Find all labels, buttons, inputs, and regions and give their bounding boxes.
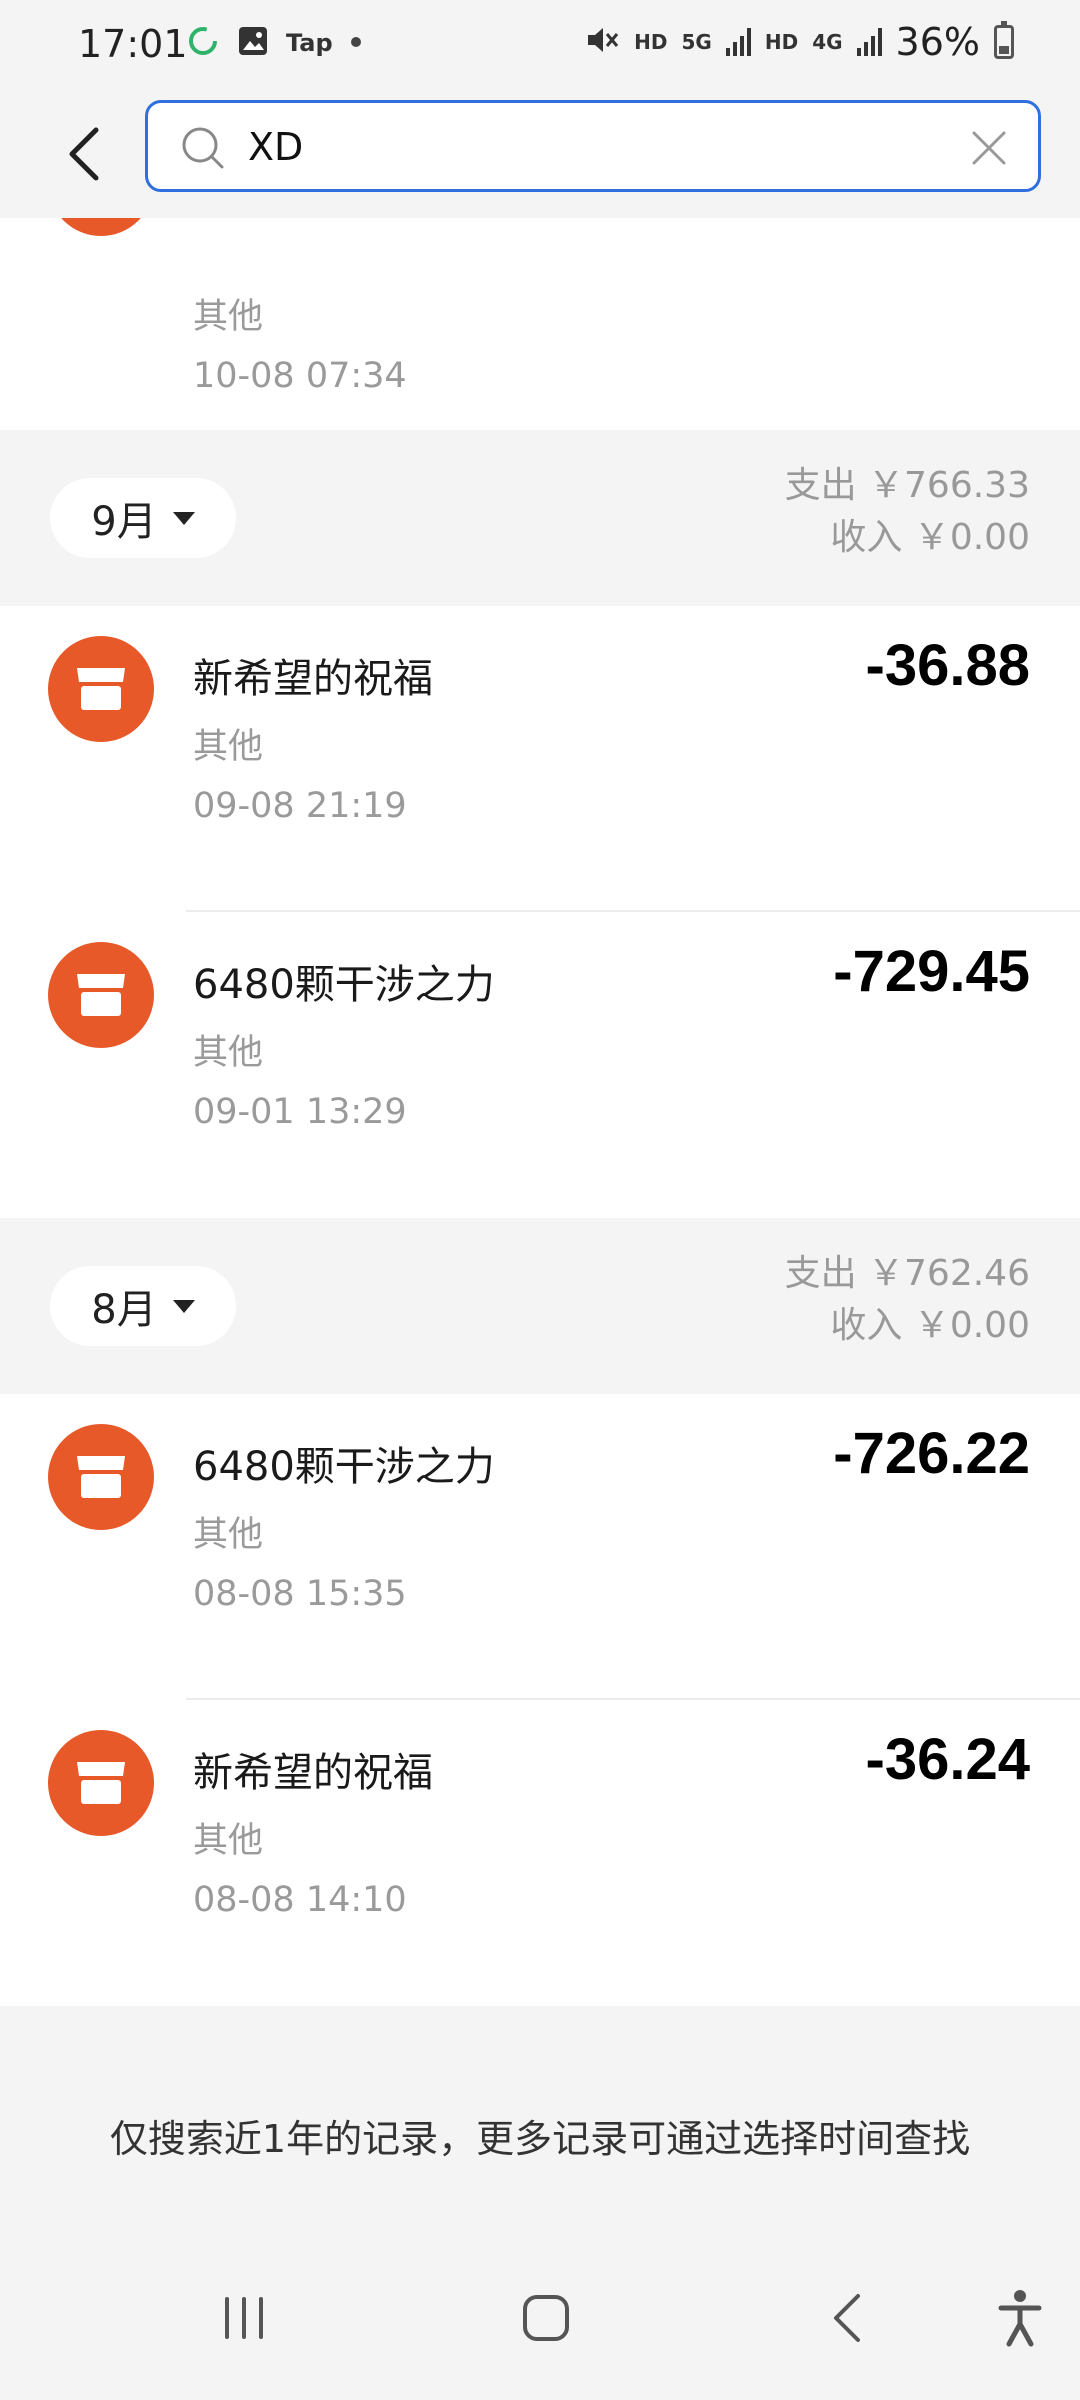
tx-time: 10-08 07:34 bbox=[193, 356, 407, 396]
clear-search-icon[interactable] bbox=[970, 129, 1008, 171]
signal-icon-2 bbox=[856, 28, 882, 56]
signal-icon-1 bbox=[725, 28, 751, 56]
month-card-august: 6480颗干涉之力 其他 08-08 15:35 -726.22 新希望的祝福 … bbox=[0, 1394, 1080, 2006]
battery-icon bbox=[994, 21, 1014, 59]
screen: 17:01 Tap HD 5G HD 4G 36% XD 其他 10-08 07… bbox=[0, 0, 1080, 2400]
month-selector[interactable]: 8月 bbox=[50, 1266, 236, 1346]
month-label: 9月 bbox=[91, 499, 157, 545]
status-notification-icons: Tap bbox=[186, 24, 363, 62]
back-nav-button[interactable] bbox=[808, 2278, 888, 2358]
hd-label-1: HD bbox=[634, 30, 668, 54]
tx-amount: -36.24 bbox=[865, 1727, 1030, 1792]
tx-title: 新希望的祝福 bbox=[193, 1750, 433, 1796]
month-expense: 支出 ￥762.46 bbox=[784, 1253, 1030, 1294]
list-item[interactable]: 新希望的祝福 其他 09-08 21:19 -36.88 bbox=[0, 606, 1080, 912]
tap-app-label: Tap bbox=[286, 29, 333, 57]
back-arrow-icon bbox=[834, 2294, 860, 2342]
month-income: 收入 ￥0.00 bbox=[830, 1305, 1030, 1346]
caret-down-icon bbox=[172, 1299, 195, 1313]
store-icon bbox=[48, 218, 154, 236]
hd-label-2: HD bbox=[764, 30, 799, 54]
search-scope-note: 仅搜索近1年的记录，更多记录可通过选择时间查找 bbox=[109, 2117, 971, 2161]
month-selector[interactable]: 9月 bbox=[50, 478, 236, 558]
tx-category: 其他 bbox=[193, 297, 264, 337]
search-header: XD bbox=[0, 92, 1080, 218]
accessibility-icon bbox=[998, 2290, 1042, 2347]
search-query: XD bbox=[248, 125, 304, 169]
tx-category: 其他 bbox=[193, 1821, 264, 1861]
chevron-left-icon bbox=[69, 127, 99, 181]
system-nav-bar bbox=[0, 2228, 1080, 2400]
network-5g-label: 5G bbox=[681, 30, 712, 54]
tx-title: 6480颗干涉之力 bbox=[193, 962, 495, 1008]
store-icon bbox=[48, 1730, 154, 1836]
list-item[interactable]: 6480颗干涉之力 其他 09-01 13:29 -729.45 bbox=[0, 912, 1080, 1218]
back-button[interactable] bbox=[44, 114, 124, 194]
dot-icon bbox=[349, 34, 363, 53]
gallery-icon bbox=[236, 24, 270, 62]
tx-time: 09-01 13:29 bbox=[193, 1092, 407, 1132]
month-totals: 支出 ￥766.33 收入 ￥0.00 bbox=[785, 460, 1030, 564]
tx-title: 6480颗干涉之力 bbox=[193, 1444, 495, 1490]
month-header-september: 9月 支出 ￥766.33 收入 ￥0.00 bbox=[0, 430, 1080, 606]
partial-list-item[interactable]: 其他 10-08 07:34 bbox=[0, 218, 1080, 430]
month-card-september: 新希望的祝福 其他 09-08 21:19 -36.88 6480颗干涉之力 其… bbox=[0, 606, 1080, 1218]
tx-category: 其他 bbox=[193, 727, 264, 767]
month-income: 收入 ￥0.00 bbox=[830, 517, 1030, 558]
accessibility-button[interactable] bbox=[980, 2278, 1060, 2358]
store-icon bbox=[48, 942, 154, 1048]
caret-down-icon bbox=[172, 511, 195, 525]
status-bar: 17:01 Tap HD 5G HD 4G 36% bbox=[0, 0, 1080, 92]
status-system-icons: HD 5G HD 4G 36% bbox=[584, 20, 1014, 64]
tx-amount: -36.88 bbox=[865, 633, 1030, 698]
recent-apps-button[interactable] bbox=[204, 2278, 284, 2358]
status-time: 17:01 bbox=[78, 22, 188, 66]
transaction-list: 其他 10-08 07:34 9月 支出 ￥766.33 收入 ￥0.00 新希… bbox=[0, 218, 1080, 2228]
tx-amount: -729.45 bbox=[833, 939, 1030, 1004]
tx-category: 其他 bbox=[193, 1515, 264, 1555]
month-label: 8月 bbox=[91, 1287, 157, 1333]
mute-icon bbox=[584, 22, 620, 62]
month-header-august: 8月 支出 ￥762.46 收入 ￥0.00 bbox=[0, 1218, 1080, 1394]
tx-time: 08-08 15:35 bbox=[193, 1574, 407, 1614]
list-item[interactable]: 6480颗干涉之力 其他 08-08 15:35 -726.22 bbox=[0, 1394, 1080, 1700]
battery-percent: 36% bbox=[895, 20, 980, 64]
home-icon bbox=[523, 2295, 569, 2341]
store-icon bbox=[48, 636, 154, 742]
search-input[interactable]: XD bbox=[145, 100, 1041, 192]
search-icon bbox=[180, 125, 226, 175]
home-button[interactable] bbox=[506, 2278, 586, 2358]
list-item[interactable]: 新希望的祝福 其他 08-08 14:10 -36.24 bbox=[0, 1700, 1080, 2006]
sync-icon bbox=[186, 24, 220, 62]
network-4g-label: 4G bbox=[812, 30, 843, 54]
tx-time: 09-08 21:19 bbox=[193, 786, 407, 826]
tx-amount: -726.22 bbox=[833, 1421, 1030, 1486]
month-expense: 支出 ￥766.33 bbox=[784, 465, 1030, 506]
tx-title: 新希望的祝福 bbox=[193, 656, 433, 702]
tx-time: 08-08 14:10 bbox=[193, 1880, 407, 1920]
store-icon bbox=[48, 1424, 154, 1530]
recent-apps-icon bbox=[225, 2297, 263, 2339]
month-totals: 支出 ￥762.46 收入 ￥0.00 bbox=[785, 1248, 1030, 1352]
tx-category: 其他 bbox=[193, 1033, 264, 1073]
